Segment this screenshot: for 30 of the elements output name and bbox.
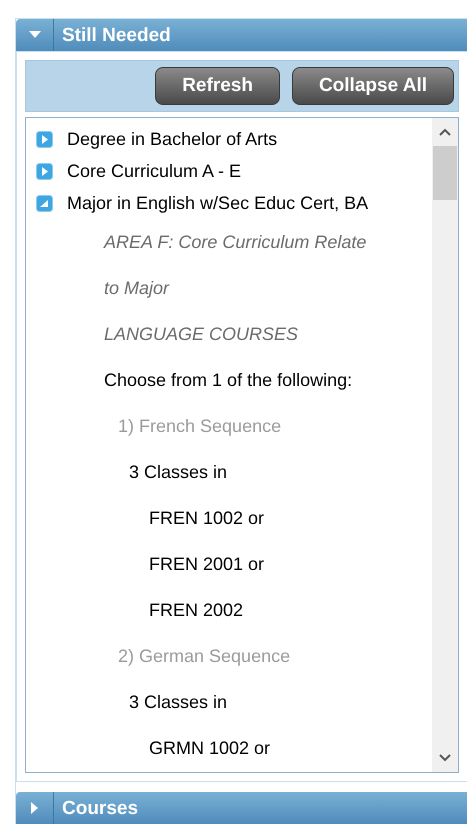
scrollbar[interactable] bbox=[432, 118, 458, 772]
course-code: GRMN 1002 or bbox=[148, 736, 270, 760]
tree-item[interactable]: Major in English w/Sec Educ Cert, BA bbox=[67, 190, 368, 216]
section-title: Courses bbox=[61, 797, 138, 821]
requirement-text: 3 Classes in bbox=[128, 460, 228, 484]
requirement-text: Choose from 1 of the following: bbox=[103, 368, 352, 392]
section-title: Still Needed bbox=[61, 24, 171, 48]
collapsed-node-icon[interactable] bbox=[36, 162, 53, 180]
requirement-text: 3 Classes in bbox=[128, 690, 228, 714]
requirement-text: LANGUAGE COURSES bbox=[103, 322, 298, 346]
caret-down-icon bbox=[28, 31, 40, 39]
toolbar-button[interactable]: Refresh bbox=[155, 67, 280, 105]
section-header[interactable]: Still Needed bbox=[16, 19, 467, 51]
requirement-text: AREA F: Core Curriculum Relate bbox=[102, 230, 366, 254]
scroll-up-icon[interactable] bbox=[439, 128, 451, 136]
tree-item[interactable]: Core Curriculum A - E bbox=[67, 158, 242, 184]
tree-item[interactable]: Degree in Bachelor of Arts bbox=[67, 126, 278, 152]
section-header[interactable]: Courses bbox=[16, 792, 467, 824]
course-code: FREN 2002 bbox=[148, 598, 244, 622]
scrollbar-thumb[interactable] bbox=[433, 146, 457, 200]
expanded-node-icon[interactable] bbox=[36, 194, 53, 212]
requirement-text: 1) French Sequence bbox=[117, 414, 282, 438]
scroll-down-icon[interactable] bbox=[439, 754, 451, 762]
requirement-text: to Major bbox=[103, 276, 170, 300]
requirement-text: 2) German Sequence bbox=[117, 644, 290, 668]
course-code: FREN 1002 or bbox=[148, 506, 264, 530]
collapsed-node-icon[interactable] bbox=[36, 130, 53, 148]
caret-right-icon bbox=[30, 802, 38, 814]
course-code: FREN 2001 or bbox=[148, 552, 264, 576]
toolbar-button[interactable]: Collapse All bbox=[292, 67, 454, 105]
